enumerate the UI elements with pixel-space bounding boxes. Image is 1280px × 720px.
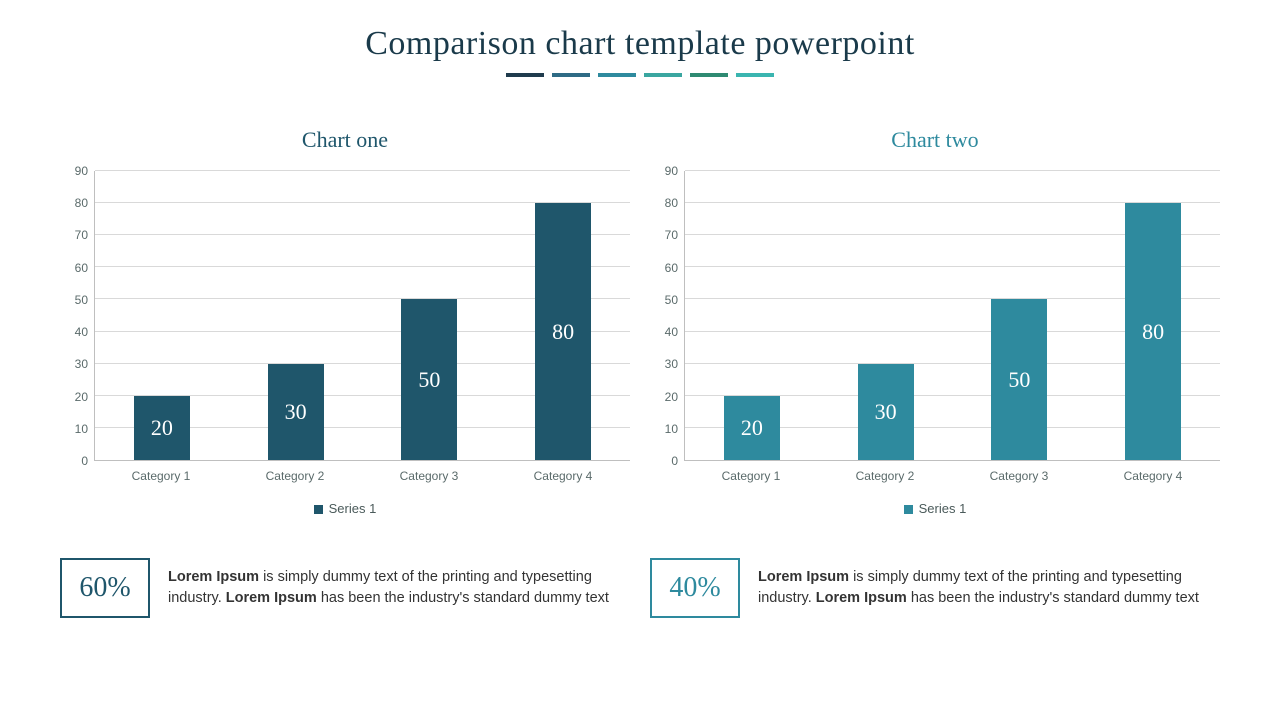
chart-area: 010203040506070809020305080 [60, 171, 630, 461]
bar-slot: 50 [363, 171, 497, 460]
divider-segment [552, 73, 590, 77]
legend-label: Series 1 [329, 501, 377, 516]
x-label: Category 2 [228, 461, 362, 483]
y-tick: 0 [81, 454, 88, 468]
y-tick: 90 [665, 164, 678, 178]
bar-slot: 50 [953, 171, 1087, 460]
stat-value: 40% [650, 558, 740, 618]
y-tick: 30 [665, 357, 678, 371]
bar: 30 [268, 364, 324, 460]
y-axis: 0102030405060708090 [60, 171, 94, 461]
x-label: Category 4 [496, 461, 630, 483]
stat-description: Lorem Ipsum is simply dummy text of the … [758, 567, 1220, 609]
bar: 20 [724, 396, 780, 460]
chart-legend: Series 1 [60, 501, 630, 516]
bar: 50 [401, 299, 457, 460]
stat-value: 60% [60, 558, 150, 618]
x-axis: Category 1Category 2Category 3Category 4 [684, 461, 1220, 483]
stat-block-1: 60% Lorem Ipsum is simply dummy text of t… [60, 558, 630, 618]
stat-block-2: 40% Lorem Ipsum is simply dummy text of t… [650, 558, 1220, 618]
y-tick: 30 [75, 357, 88, 371]
y-tick: 0 [671, 454, 678, 468]
y-tick: 90 [75, 164, 88, 178]
y-tick: 10 [665, 422, 678, 436]
legend-swatch [904, 505, 913, 514]
chart-legend: Series 1 [650, 501, 1220, 516]
bar: 30 [858, 364, 914, 460]
y-tick: 80 [665, 196, 678, 210]
slide: Comparison chart template powerpoint Cha… [0, 0, 1280, 720]
chart-title: Chart one [60, 127, 630, 153]
chart-panel-2: Chart two010203040506070809020305080Cate… [650, 127, 1220, 516]
legend-label: Series 1 [919, 501, 967, 516]
stats-row: 60% Lorem Ipsum is simply dummy text of t… [40, 558, 1240, 618]
x-axis: Category 1Category 2Category 3Category 4 [94, 461, 630, 483]
x-label: Category 3 [362, 461, 496, 483]
y-tick: 50 [665, 293, 678, 307]
bar: 20 [134, 396, 190, 460]
x-label: Category 2 [818, 461, 952, 483]
bar: 80 [1125, 203, 1181, 460]
legend-swatch [314, 505, 323, 514]
plot-area: 20 30 50 80 [94, 171, 630, 461]
y-tick: 20 [665, 390, 678, 404]
y-tick: 60 [665, 261, 678, 275]
bar-slot: 80 [496, 171, 630, 460]
y-tick: 80 [75, 196, 88, 210]
bar-slot: 20 [685, 171, 819, 460]
x-label: Category 3 [952, 461, 1086, 483]
divider-segment [506, 73, 544, 77]
chart-panel-1: Chart one010203040506070809020305080Cate… [60, 127, 630, 516]
y-tick: 60 [75, 261, 88, 275]
bar: 80 [535, 203, 591, 460]
title-divider [40, 73, 1240, 77]
chart-title: Chart two [650, 127, 1220, 153]
bar-slot: 30 [229, 171, 363, 460]
charts-row: Chart one010203040506070809020305080Cate… [40, 127, 1240, 516]
chart-area: 010203040506070809020305080 [650, 171, 1220, 461]
bar-slot: 80 [1086, 171, 1220, 460]
divider-segment [644, 73, 682, 77]
plot-area: 20 30 50 80 [684, 171, 1220, 461]
divider-segment [736, 73, 774, 77]
y-tick: 70 [75, 228, 88, 242]
x-label: Category 4 [1086, 461, 1220, 483]
bars-container: 20 30 50 80 [685, 171, 1220, 460]
y-tick: 40 [665, 325, 678, 339]
bar: 50 [991, 299, 1047, 460]
x-label: Category 1 [684, 461, 818, 483]
bars-container: 20 30 50 80 [95, 171, 630, 460]
bar-slot: 20 [95, 171, 229, 460]
stat-description: Lorem Ipsum is simply dummy text of the … [168, 567, 630, 609]
x-label: Category 1 [94, 461, 228, 483]
y-tick: 40 [75, 325, 88, 339]
page-title: Comparison chart template powerpoint [40, 25, 1240, 63]
y-axis: 0102030405060708090 [650, 171, 684, 461]
divider-segment [598, 73, 636, 77]
y-tick: 20 [75, 390, 88, 404]
bar-slot: 30 [819, 171, 953, 460]
y-tick: 70 [665, 228, 678, 242]
y-tick: 10 [75, 422, 88, 436]
y-tick: 50 [75, 293, 88, 307]
divider-segment [690, 73, 728, 77]
